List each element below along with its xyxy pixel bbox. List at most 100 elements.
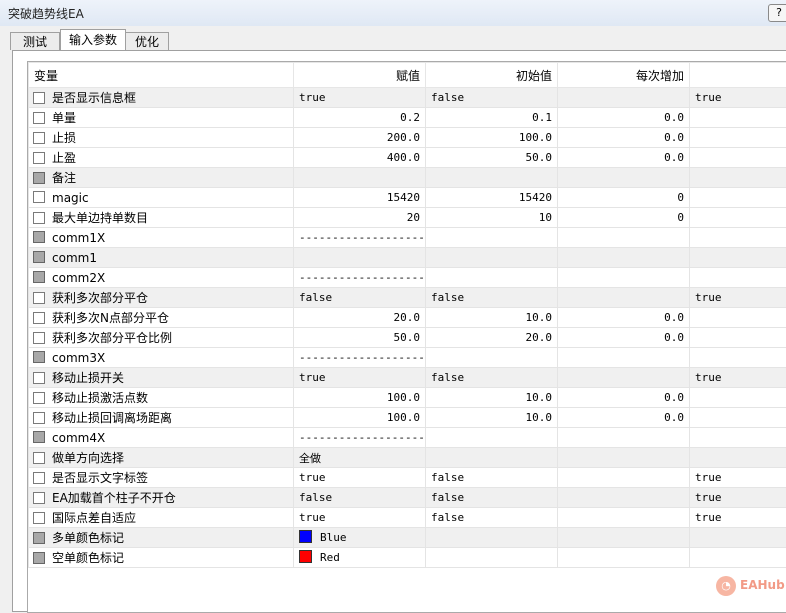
param-stop-cell[interactable] (690, 108, 786, 128)
param-stop-cell[interactable] (690, 528, 786, 548)
table-row[interactable]: comm3X---------------------------- (29, 348, 786, 368)
param-start-cell[interactable] (426, 548, 558, 568)
column-header-variable[interactable]: 变量 (29, 63, 294, 88)
param-stop-cell[interactable]: true (690, 88, 786, 108)
optimize-checkbox[interactable] (33, 412, 45, 424)
param-step-cell[interactable] (558, 468, 690, 488)
param-start-cell[interactable] (426, 248, 558, 268)
param-step-cell[interactable]: 0.0 (558, 308, 690, 328)
param-start-cell[interactable] (426, 428, 558, 448)
param-stop-cell[interactable] (690, 228, 786, 248)
param-step-cell[interactable]: 0.0 (558, 328, 690, 348)
param-start-cell[interactable]: 20.0 (426, 328, 558, 348)
param-value-cell[interactable]: true (294, 88, 426, 108)
param-value-cell[interactable]: ---------------------------- (294, 428, 426, 448)
table-row[interactable]: comm4X---------------------------- (29, 428, 786, 448)
param-start-cell[interactable]: 10.0 (426, 308, 558, 328)
column-header-stop[interactable]: 终 (690, 63, 786, 88)
param-value-cell[interactable]: true (294, 368, 426, 388)
param-value-cell[interactable]: 全做 (294, 448, 426, 468)
table-row[interactable]: 获利多次部分平仓比例50.020.00.0 (29, 328, 786, 348)
param-start-cell[interactable] (426, 448, 558, 468)
param-value-cell[interactable]: 20.0 (294, 308, 426, 328)
param-stop-cell[interactable] (690, 328, 786, 348)
param-stop-cell[interactable] (690, 248, 786, 268)
table-row[interactable]: comm2X---------------------------- (29, 268, 786, 288)
optimize-checkbox[interactable] (33, 392, 45, 404)
param-start-cell[interactable] (426, 228, 558, 248)
param-start-cell[interactable]: 10 (426, 208, 558, 228)
param-start-cell[interactable]: false (426, 368, 558, 388)
optimize-checkbox[interactable] (33, 492, 45, 504)
optimize-checkbox[interactable] (33, 92, 45, 104)
param-stop-cell[interactable] (690, 428, 786, 448)
param-step-cell[interactable]: 0.0 (558, 408, 690, 428)
optimize-checkbox[interactable] (33, 152, 45, 164)
table-row[interactable]: 做单方向选择全做 (29, 448, 786, 468)
param-value-cell[interactable]: 400.0 (294, 148, 426, 168)
optimize-checkbox[interactable] (33, 231, 45, 243)
param-value-cell[interactable]: ---------------------------- (294, 228, 426, 248)
column-header-value[interactable]: 赋值 (294, 63, 426, 88)
param-step-cell[interactable]: 0.0 (558, 128, 690, 148)
optimize-checkbox[interactable] (33, 472, 45, 484)
tab-test[interactable]: 测试 (10, 32, 60, 50)
param-value-cell[interactable] (294, 168, 426, 188)
param-step-cell[interactable] (558, 168, 690, 188)
optimize-checkbox[interactable] (33, 312, 45, 324)
column-header-start[interactable]: 初始值 (426, 63, 558, 88)
param-start-cell[interactable]: 15420 (426, 188, 558, 208)
param-stop-cell[interactable] (690, 268, 786, 288)
param-step-cell[interactable] (558, 428, 690, 448)
param-stop-cell[interactable] (690, 128, 786, 148)
param-step-cell[interactable] (558, 248, 690, 268)
param-stop-cell[interactable] (690, 168, 786, 188)
param-step-cell[interactable]: 0.0 (558, 108, 690, 128)
param-stop-cell[interactable] (690, 388, 786, 408)
param-stop-cell[interactable] (690, 408, 786, 428)
table-row[interactable]: 止盈400.050.00.0 (29, 148, 786, 168)
table-row[interactable]: 空单颜色标记Red (29, 548, 786, 568)
param-start-cell[interactable] (426, 348, 558, 368)
param-start-cell[interactable]: 100.0 (426, 128, 558, 148)
param-step-cell[interactable]: 0.0 (558, 388, 690, 408)
optimize-checkbox[interactable] (33, 452, 45, 464)
table-row[interactable]: EA加载首个柱子不开仓falsefalsetrue (29, 488, 786, 508)
param-step-cell[interactable]: 0 (558, 188, 690, 208)
optimize-checkbox[interactable] (33, 132, 45, 144)
table-row[interactable]: 多单颜色标记Blue (29, 528, 786, 548)
optimize-checkbox[interactable] (33, 271, 45, 283)
param-step-cell[interactable] (558, 348, 690, 368)
param-step-cell[interactable] (558, 488, 690, 508)
optimize-checkbox[interactable] (33, 251, 45, 263)
param-value-cell[interactable]: 100.0 (294, 388, 426, 408)
param-step-cell[interactable] (558, 548, 690, 568)
param-start-cell[interactable] (426, 268, 558, 288)
param-start-cell[interactable]: false (426, 88, 558, 108)
param-value-cell[interactable]: 20 (294, 208, 426, 228)
param-stop-cell[interactable] (690, 148, 786, 168)
table-row[interactable]: 获利多次N点部分平仓20.010.00.0 (29, 308, 786, 328)
optimize-checkbox[interactable] (33, 292, 45, 304)
optimize-checkbox[interactable] (33, 512, 45, 524)
optimize-checkbox[interactable] (33, 172, 45, 184)
optimize-checkbox[interactable] (33, 372, 45, 384)
optimize-checkbox[interactable] (33, 532, 45, 544)
optimize-checkbox[interactable] (33, 112, 45, 124)
param-value-cell[interactable]: ---------------------------- (294, 268, 426, 288)
param-step-cell[interactable] (558, 288, 690, 308)
param-stop-cell[interactable] (690, 348, 786, 368)
param-value-cell[interactable]: ---------------------------- (294, 348, 426, 368)
param-start-cell[interactable]: false (426, 488, 558, 508)
param-stop-cell[interactable] (690, 308, 786, 328)
help-button[interactable]: ? (768, 4, 786, 22)
optimize-checkbox[interactable] (33, 351, 45, 363)
tab-optimize[interactable]: 优化 (125, 32, 169, 50)
param-value-cell[interactable]: false (294, 488, 426, 508)
param-value-cell[interactable] (294, 248, 426, 268)
param-step-cell[interactable] (558, 528, 690, 548)
param-step-cell[interactable] (558, 508, 690, 528)
table-row[interactable]: comm1 (29, 248, 786, 268)
param-start-cell[interactable] (426, 528, 558, 548)
param-value-cell[interactable]: Blue (294, 528, 426, 548)
